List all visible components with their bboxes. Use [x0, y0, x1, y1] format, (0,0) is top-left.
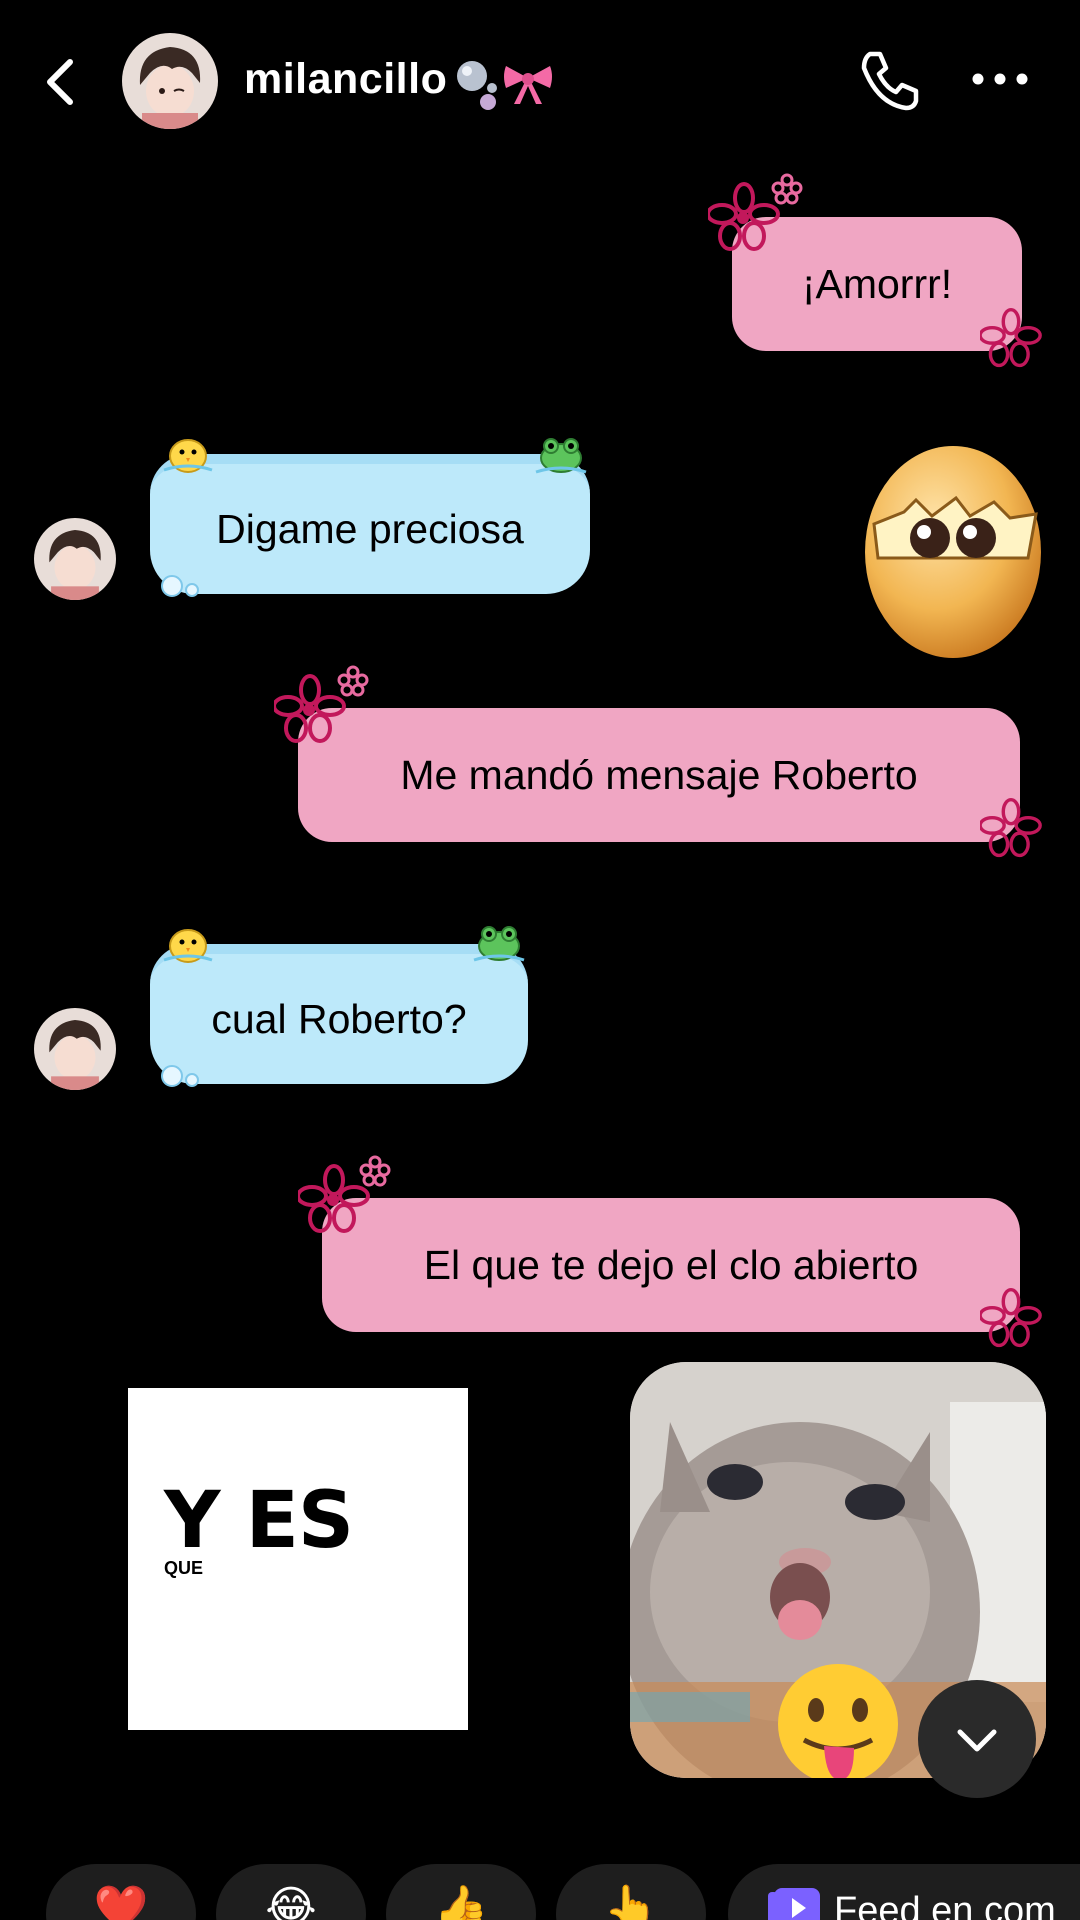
reaction-heart[interactable]: ❤️ [46, 1864, 196, 1920]
message-bubble: Me mandó mensaje Roberto [298, 708, 1020, 842]
back-button[interactable] [38, 52, 84, 112]
more-options-button[interactable] [968, 66, 1032, 92]
flower-decoration-icon [980, 1288, 1042, 1348]
text-sticker-card[interactable]: Y ES QUE [128, 1388, 468, 1730]
bubble-dots-icon [161, 575, 199, 597]
contact-name[interactable]: milancillo [244, 55, 447, 104]
flower-decoration-icon [771, 173, 803, 205]
bubbles-icon [457, 61, 497, 110]
chick-sticker-icon [163, 929, 213, 963]
flower-decoration-icon [980, 308, 1042, 368]
phone-icon [861, 51, 919, 111]
message-bubble: Digame preciosa [150, 454, 590, 594]
contact-avatar-small[interactable] [34, 1008, 116, 1090]
message-outgoing[interactable]: El que te dejo el clo abierto [320, 1196, 1020, 1334]
feed-label: Feed en com [834, 1890, 1056, 1920]
call-button[interactable] [856, 46, 924, 114]
chat-header: milancillo [0, 0, 1080, 170]
more-dots-icon [972, 73, 1028, 85]
feed-shortcut-button[interactable]: Feed en com [728, 1864, 1080, 1920]
bow-icon [504, 66, 552, 104]
chevron-down-icon [957, 1729, 997, 1752]
flower-decoration-icon [337, 665, 369, 697]
chick-sticker-icon [163, 439, 213, 473]
reaction-point-up[interactable]: 👆 [556, 1864, 706, 1920]
scroll-to-bottom-button[interactable] [918, 1680, 1036, 1798]
quick-reactions-bar: ❤️ 😂 👍 👆 Feed en com [0, 1864, 1080, 1920]
contact-avatar-small[interactable] [34, 518, 116, 600]
flower-decoration-icon [359, 1155, 391, 1187]
frog-sticker-icon [473, 926, 525, 962]
flower-decoration-icon [980, 798, 1042, 858]
message-outgoing[interactable]: Me mandó mensaje Roberto [296, 706, 1020, 844]
bubble-dots-icon [161, 1065, 199, 1087]
sticker-title: Y ES [164, 1476, 354, 1566]
contact-avatar[interactable] [122, 33, 218, 129]
reaction-thumbs-up[interactable]: 👍 [386, 1864, 536, 1920]
frog-sticker-icon [535, 438, 587, 474]
sticker-subtitle: QUE [164, 1558, 204, 1578]
message-bubble: El que te dejo el clo abierto [322, 1198, 1020, 1332]
egg-sticker[interactable] [860, 428, 1046, 660]
chevron-left-icon [47, 59, 73, 105]
reaction-laugh[interactable]: 😂 [216, 1864, 366, 1920]
feed-icon [768, 1888, 820, 1920]
chat-screen: milancillo ¡Amorrr! Digame preciosa Me m… [0, 0, 1080, 1920]
tongue-emoji-icon [778, 1664, 898, 1778]
